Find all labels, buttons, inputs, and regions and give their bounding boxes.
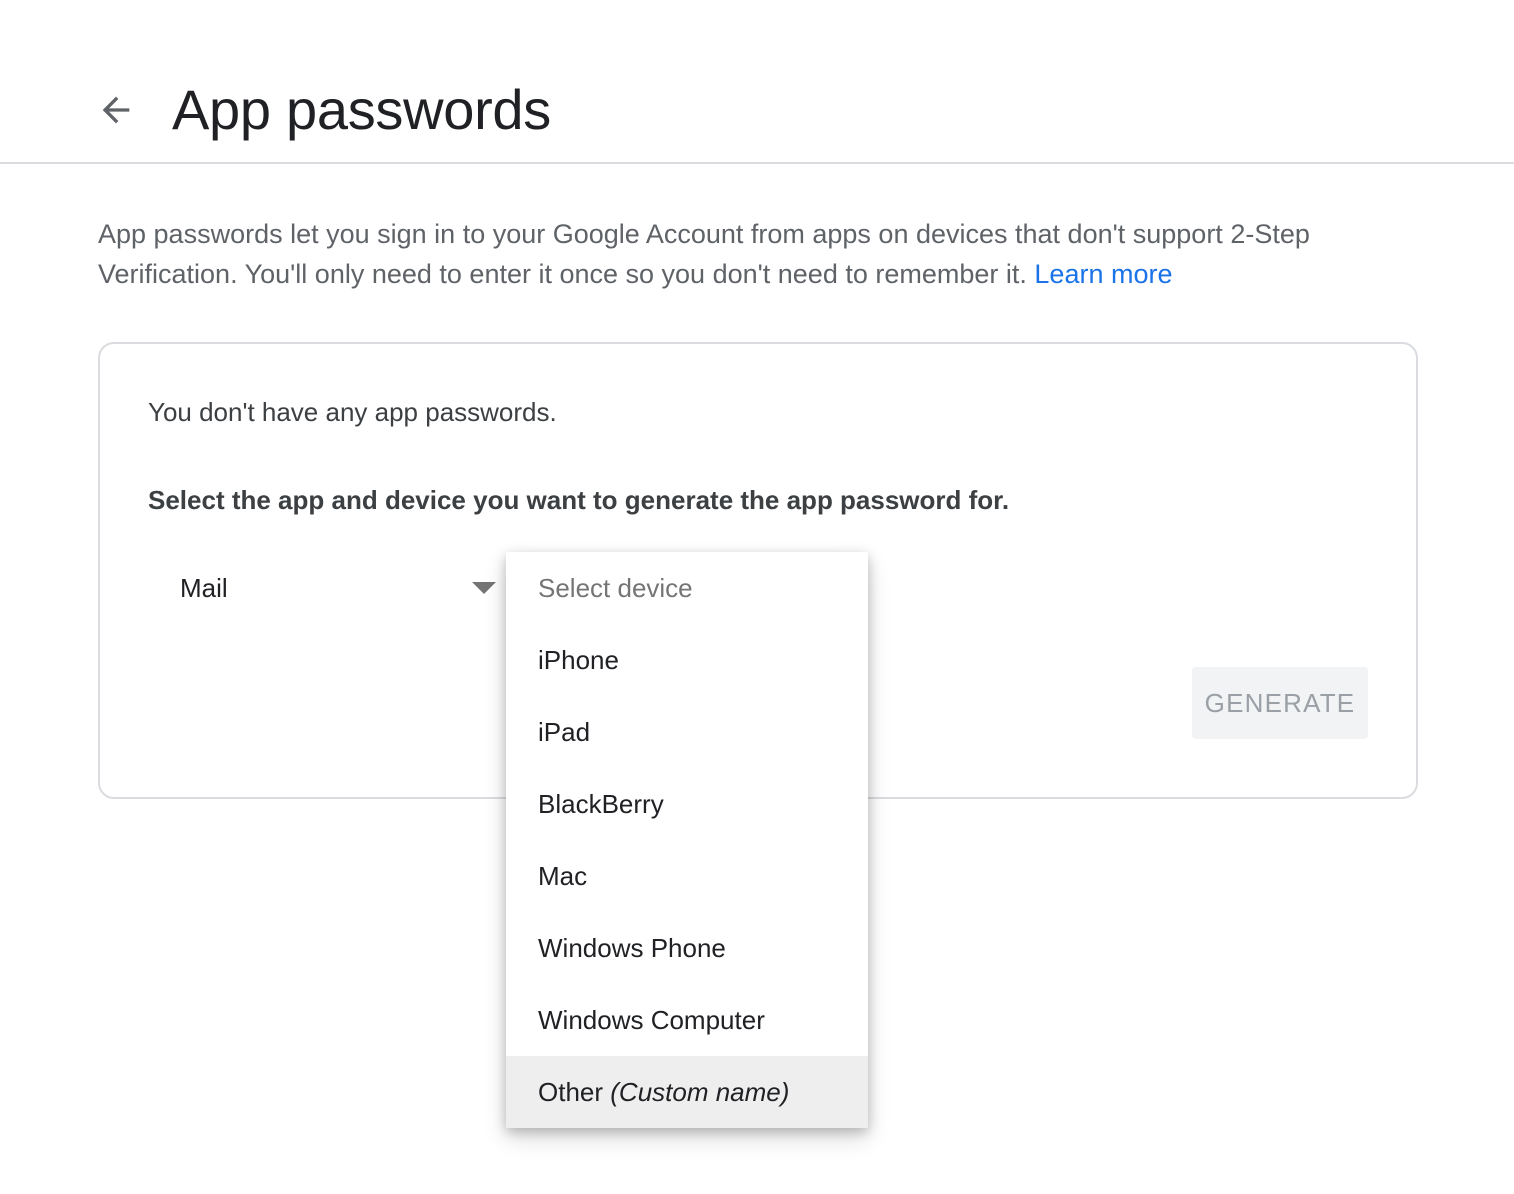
menu-item-mac[interactable]: Mac [506, 840, 868, 912]
back-button[interactable] [88, 82, 144, 138]
menu-item-blackberry[interactable]: BlackBerry [506, 768, 868, 840]
menu-item-other-hint: (Custom name) [610, 1077, 790, 1107]
menu-item-other-label: Other [538, 1077, 604, 1107]
page-description: App passwords let you sign in to your Go… [98, 214, 1428, 294]
dropdown-arrow-icon [472, 582, 496, 594]
menu-item-iphone[interactable]: iPhone [506, 624, 868, 696]
select-device-menu: Select device iPhone iPad BlackBerry Mac… [506, 552, 868, 1128]
learn-more-link[interactable]: Learn more [1034, 259, 1172, 289]
instruction-text: Select the app and device you want to ge… [148, 485, 1010, 515]
generate-button[interactable]: GENERATE [1192, 667, 1368, 739]
menu-item-windows-phone[interactable]: Windows Phone [506, 912, 868, 984]
empty-state-message: You don't have any app passwords. [148, 397, 557, 427]
menu-item-ipad[interactable]: iPad [506, 696, 868, 768]
page-title: App passwords [172, 78, 551, 141]
menu-item-windows-computer[interactable]: Windows Computer [506, 984, 868, 1056]
page-header: App passwords [0, 0, 1514, 164]
select-app-dropdown[interactable]: Mail [148, 556, 506, 620]
menu-item-other[interactable]: Other (Custom name) [506, 1056, 868, 1128]
menu-item-select-device[interactable]: Select device [506, 552, 868, 624]
arrow-back-icon [102, 96, 130, 124]
select-app-value: Mail [180, 573, 228, 603]
